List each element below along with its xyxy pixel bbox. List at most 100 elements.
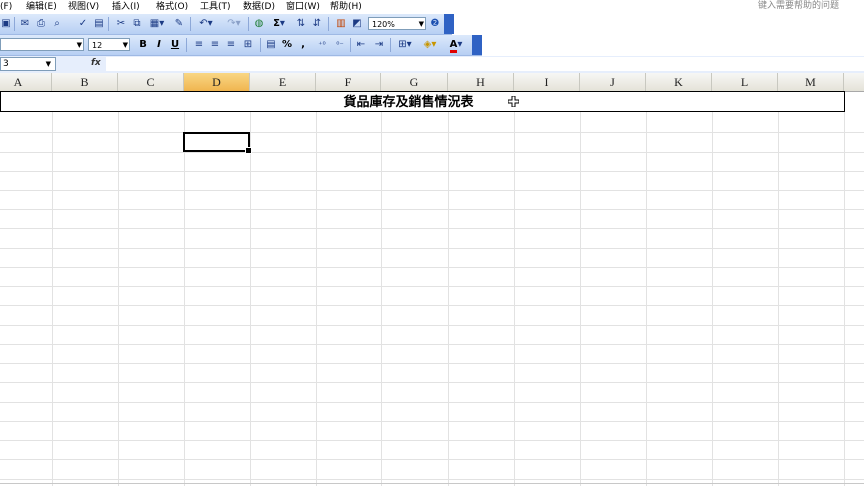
gridline bbox=[0, 209, 864, 210]
currency-icon[interactable]: ▤ bbox=[264, 37, 278, 53]
menu-format[interactable]: 格式(O) bbox=[156, 0, 188, 14]
spelling-icon[interactable]: ✓ bbox=[76, 16, 90, 32]
save-icon[interactable]: ▣ bbox=[0, 16, 12, 32]
bold-button[interactable]: B bbox=[136, 37, 150, 53]
gridline bbox=[0, 459, 864, 460]
print-icon[interactable]: ⎙ bbox=[34, 16, 48, 32]
sort-ascending-icon[interactable]: ⇅ bbox=[294, 16, 308, 32]
autosum-icon[interactable]: Σ▾ bbox=[268, 16, 290, 32]
menu-data[interactable]: 数据(D) bbox=[243, 0, 275, 14]
formatting-toolbar: ▼ 12 ▼ B I U ≡ ≡ ≡ ⊞ ▤ % , ⁺⁰ ⁰⁻ ⇤ ⇥ ⊞▾ … bbox=[0, 35, 482, 56]
column-header-g[interactable]: G bbox=[381, 73, 448, 91]
menu-insert[interactable]: 插入(I) bbox=[112, 0, 140, 14]
column-header-i[interactable]: I bbox=[514, 73, 580, 91]
menu-edit[interactable]: 编辑(E) bbox=[26, 0, 57, 14]
percent-button[interactable]: % bbox=[280, 37, 294, 53]
active-cell[interactable] bbox=[183, 132, 252, 154]
gridline bbox=[448, 91, 449, 486]
redo-icon[interactable]: ↷▾ bbox=[222, 16, 246, 32]
gridline bbox=[0, 363, 864, 364]
column-header-e[interactable]: E bbox=[250, 73, 316, 91]
increase-indent-icon[interactable]: ⇥ bbox=[372, 37, 386, 53]
chevron-down-icon: ▼ bbox=[45, 60, 51, 68]
standard-toolbar: ▣ ✉ ⎙ ⌕ ✓ ▤ ✂ ⧉ ▦▾ ✎ ↶▾ ↷▾ ◍ Σ▾ ⇅ ⇵ ▥ ◩ … bbox=[0, 14, 454, 35]
paste-icon[interactable]: ▦▾ bbox=[146, 16, 168, 32]
merge-center-icon[interactable]: ⊞ bbox=[240, 37, 256, 53]
toolbar-separator bbox=[328, 17, 329, 31]
column-headers: A B C D E F G H I J K L M bbox=[0, 73, 864, 92]
cut-icon[interactable]: ✂ bbox=[114, 16, 128, 32]
print-preview-icon[interactable]: ⌕ bbox=[50, 16, 64, 32]
copy-icon[interactable]: ⧉ bbox=[130, 16, 144, 32]
menu-file[interactable]: (F) bbox=[0, 0, 12, 14]
zoom-value: 120% bbox=[372, 20, 395, 29]
column-header-j[interactable]: J bbox=[580, 73, 646, 91]
font-size-value: 12 bbox=[92, 41, 103, 50]
font-color-icon[interactable]: A▾ bbox=[444, 37, 468, 53]
toolbar-separator bbox=[108, 17, 109, 31]
column-header-d[interactable]: D bbox=[184, 73, 250, 91]
chevron-down-icon: ▼ bbox=[122, 41, 128, 49]
underline-button[interactable]: U bbox=[168, 37, 182, 53]
align-left-icon[interactable]: ≡ bbox=[192, 37, 206, 53]
menu-view[interactable]: 视图(V) bbox=[68, 0, 99, 14]
gridline bbox=[712, 91, 713, 486]
font-size-select[interactable]: 12 ▼ bbox=[88, 38, 130, 51]
align-right-icon[interactable]: ≡ bbox=[224, 37, 238, 53]
column-header-h[interactable]: H bbox=[448, 73, 514, 91]
column-header-c[interactable]: C bbox=[118, 73, 184, 91]
undo-icon[interactable]: ↶▾ bbox=[194, 16, 218, 32]
insert-function-icon[interactable]: fx bbox=[91, 58, 101, 68]
gridline bbox=[0, 382, 864, 383]
permission-icon[interactable]: ✉ bbox=[18, 16, 32, 32]
sort-descending-icon[interactable]: ⇵ bbox=[310, 16, 324, 32]
increase-decimal-icon[interactable]: ⁺⁰ bbox=[314, 37, 330, 53]
gridline bbox=[0, 421, 864, 422]
autosum-sigma: Σ bbox=[273, 18, 280, 29]
name-box-value: 3 bbox=[3, 59, 9, 69]
column-header-b[interactable]: B bbox=[52, 73, 118, 91]
column-header-l[interactable]: L bbox=[712, 73, 778, 91]
chart-wizard-icon[interactable]: ▥ bbox=[334, 16, 348, 32]
hyperlink-icon[interactable]: ◍ bbox=[252, 16, 266, 32]
column-header-a[interactable]: A bbox=[0, 73, 52, 91]
column-header-m[interactable]: M bbox=[778, 73, 844, 91]
format-painter-icon[interactable]: ✎ bbox=[172, 16, 186, 32]
align-center-icon[interactable]: ≡ bbox=[208, 37, 222, 53]
fill-handle[interactable] bbox=[245, 147, 252, 154]
toolbar-options-handle[interactable] bbox=[472, 35, 482, 55]
toolbar-separator bbox=[350, 38, 351, 52]
gridline bbox=[646, 91, 647, 486]
cell-select-cursor-icon bbox=[508, 96, 519, 107]
name-box[interactable]: 3 ▼ bbox=[0, 57, 56, 71]
worksheet-grid[interactable] bbox=[0, 91, 864, 486]
menu-window[interactable]: 窗口(W) bbox=[286, 0, 320, 14]
gridline bbox=[0, 402, 864, 403]
font-name-select[interactable]: ▼ bbox=[0, 38, 84, 51]
borders-icon[interactable]: ⊞▾ bbox=[394, 37, 416, 53]
italic-button[interactable]: I bbox=[152, 37, 166, 53]
toolbar-separator bbox=[190, 17, 191, 31]
research-icon[interactable]: ▤ bbox=[92, 16, 106, 32]
fill-color-icon[interactable]: ◈▾ bbox=[418, 37, 442, 53]
toolbar-separator bbox=[186, 38, 187, 52]
decrease-decimal-icon[interactable]: ⁰⁻ bbox=[332, 37, 348, 53]
formula-input[interactable] bbox=[106, 57, 864, 71]
column-header-k[interactable]: K bbox=[646, 73, 712, 91]
help-search-input[interactable]: 键入需要帮助的问题 bbox=[758, 0, 858, 12]
gridline bbox=[844, 91, 845, 486]
drawing-icon[interactable]: ◩ bbox=[350, 16, 364, 32]
menu-tools[interactable]: 工具(T) bbox=[200, 0, 231, 14]
comma-button[interactable]: , bbox=[298, 37, 308, 53]
help-icon[interactable]: ❷ bbox=[428, 16, 442, 32]
merged-title-cell[interactable]: 貨品庫存及銷售情況表 bbox=[0, 91, 845, 112]
menu-help[interactable]: 帮助(H) bbox=[330, 0, 362, 14]
toolbar-options-handle[interactable] bbox=[444, 14, 454, 34]
decrease-indent-icon[interactable]: ⇤ bbox=[354, 37, 368, 53]
zoom-select[interactable]: 120% ▼ bbox=[368, 17, 426, 30]
gridline bbox=[0, 344, 864, 345]
column-header-f[interactable]: F bbox=[316, 73, 381, 91]
gridline bbox=[0, 190, 864, 191]
gridline bbox=[52, 91, 53, 486]
gridline bbox=[381, 91, 382, 486]
